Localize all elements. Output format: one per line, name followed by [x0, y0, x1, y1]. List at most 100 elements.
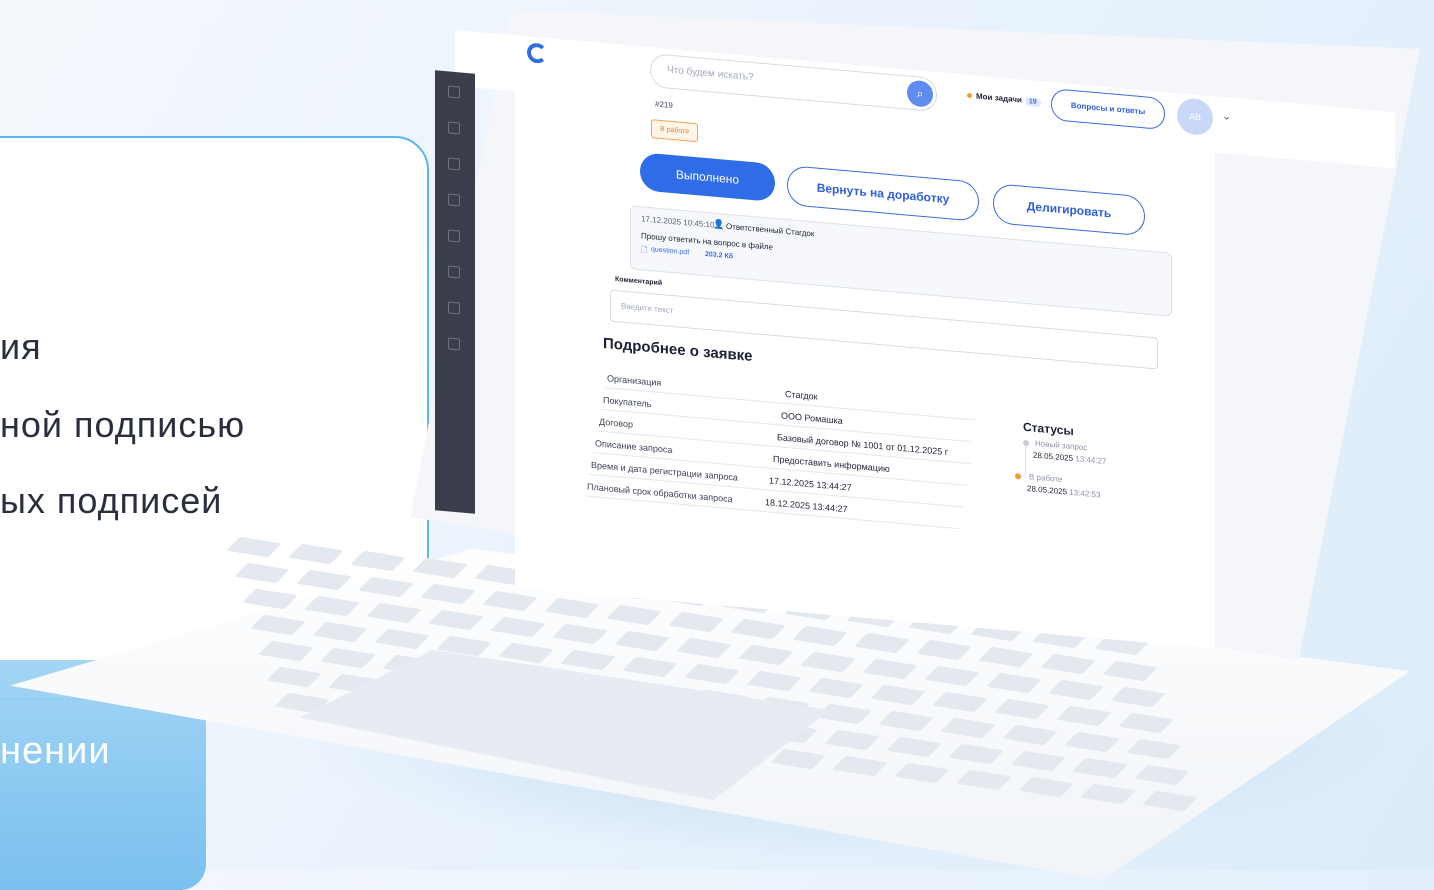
statuses-title: Статусы [1023, 419, 1074, 439]
status-time-value: 13:44:27 [1075, 454, 1107, 466]
keyboard-key [614, 630, 670, 652]
keyboard-key [374, 628, 430, 650]
keyboard-key [684, 663, 740, 685]
promo-line-3: ых подписей [0, 480, 223, 521]
keyboard-key [320, 647, 376, 669]
keyboard-key [770, 748, 826, 770]
keyboard-key [552, 623, 608, 645]
keyboard-key [1010, 750, 1066, 772]
search-icon[interactable]: ⌕ [907, 79, 933, 108]
status-dot [1015, 472, 1021, 480]
keyboard-key [490, 616, 546, 638]
delegate-button[interactable]: Делигировать [993, 183, 1145, 237]
keyboard-key [560, 649, 616, 671]
done-button[interactable]: Выполнено [640, 152, 775, 202]
comment-timestamp: 17.12.2025 10:45:10 [641, 214, 715, 230]
tasks-dot-icon [967, 93, 972, 99]
keyboard-key [1102, 660, 1158, 682]
status-date-value: 28.05.2025 [1027, 484, 1068, 497]
tasks-count-badge: 19 [1024, 96, 1041, 108]
keyboard-key [250, 614, 306, 636]
status-dot [1023, 439, 1029, 447]
status-date: 28.05.2025 13:42:53 [1027, 484, 1100, 499]
status-timeline-line [1025, 443, 1026, 474]
keyboard-key [234, 562, 290, 584]
keyboard-key [242, 588, 298, 610]
keyboard-key [288, 543, 344, 565]
keyboard-key [296, 569, 352, 591]
keyboard-key [358, 576, 414, 598]
promo-bottom-text: нении [0, 730, 111, 772]
search-placeholder: Что будем искать? [667, 64, 754, 84]
sidebar-search-icon[interactable] [448, 301, 460, 315]
logo-icon[interactable] [527, 42, 547, 65]
sidebar-org-icon[interactable] [448, 229, 460, 243]
sidebar-chat-icon[interactable] [448, 121, 460, 135]
attachment-link[interactable]: question.pdf [651, 246, 689, 256]
status-name: Новый запрос [1035, 438, 1088, 453]
keyboard-key [730, 618, 786, 640]
keyboard-key [916, 639, 972, 661]
chevron-down-icon[interactable]: ⌄ [1222, 109, 1231, 123]
keyboard-key [986, 672, 1042, 694]
return-button[interactable]: Вернуть на доработку [787, 165, 979, 222]
my-tasks-label: Мои задачи [976, 91, 1022, 105]
keyboard-key [824, 729, 880, 751]
keyboard-key [1040, 653, 1096, 675]
my-tasks-link[interactable]: Мои задачи 19 [967, 91, 1041, 108]
qa-button[interactable]: Вопросы и ответы [1051, 88, 1165, 131]
sidebar-document-icon[interactable] [448, 85, 460, 99]
keyboard-key [854, 632, 910, 654]
keyboard-key [258, 640, 314, 662]
avatar[interactable]: АВ [1177, 97, 1213, 137]
user-icon: 👤 [713, 218, 725, 230]
attachment-size: 203.2 Кб [705, 250, 734, 261]
sidebar-calendar-icon[interactable] [448, 337, 460, 351]
sidebar [435, 70, 475, 514]
detail-value: Предоставить информацию [773, 453, 890, 475]
keyboard-key [738, 644, 794, 666]
keyboard-key [932, 691, 988, 713]
keyboard-key [1048, 679, 1104, 701]
detail-label: Организация [607, 373, 662, 389]
status-name: В работе [1029, 472, 1063, 485]
keyboard-key [808, 677, 864, 699]
keyboard-key [924, 665, 980, 687]
keyboard-key [1056, 705, 1112, 727]
keyboard-key [792, 625, 848, 647]
keyboard-key [1064, 731, 1120, 753]
keyboard-key [350, 550, 406, 572]
laptop-screen: Что будем искать? ⌕ Мои задачи 19 Вопросы… [435, 30, 1395, 672]
keyboard-key [1126, 738, 1182, 760]
keyboard-key [1118, 712, 1174, 734]
comment-author: Ответственный Стагдок [726, 221, 815, 239]
status-date: 28.05.2025 13:44:27 [1033, 451, 1106, 466]
detail-value: Стагдок [785, 388, 818, 402]
keyboard-key [870, 684, 926, 706]
keyboard-key [994, 698, 1050, 720]
keyboard-key [266, 666, 322, 688]
status-time-value: 13:42:53 [1069, 487, 1101, 500]
keyboard-key [226, 536, 282, 558]
file-icon: 🗋 [641, 245, 648, 255]
sidebar-list-icon[interactable] [448, 157, 460, 171]
keyboard-key [746, 670, 802, 692]
keyboard-key [878, 710, 934, 732]
sidebar-contacts-icon[interactable] [448, 265, 460, 279]
status-date-value: 28.05.2025 [1033, 450, 1074, 464]
status-badge: В работе [651, 119, 699, 143]
keyboard-key [948, 743, 1004, 765]
keyboard-key [940, 717, 996, 739]
keyboard-key [366, 602, 422, 624]
keyboard-key [800, 651, 856, 673]
keyboard-key [676, 637, 732, 659]
request-id: #219 [655, 99, 673, 111]
detail-label: Договор [599, 416, 633, 430]
keyboard-key [886, 736, 942, 758]
sidebar-user-icon[interactable] [448, 193, 460, 207]
promo-line-1: ия [0, 326, 42, 367]
keyboard-key [304, 595, 360, 617]
detail-label: Покупатель [603, 394, 652, 410]
comment-label: Комментарий [615, 275, 663, 288]
keyboard-key [668, 611, 724, 633]
